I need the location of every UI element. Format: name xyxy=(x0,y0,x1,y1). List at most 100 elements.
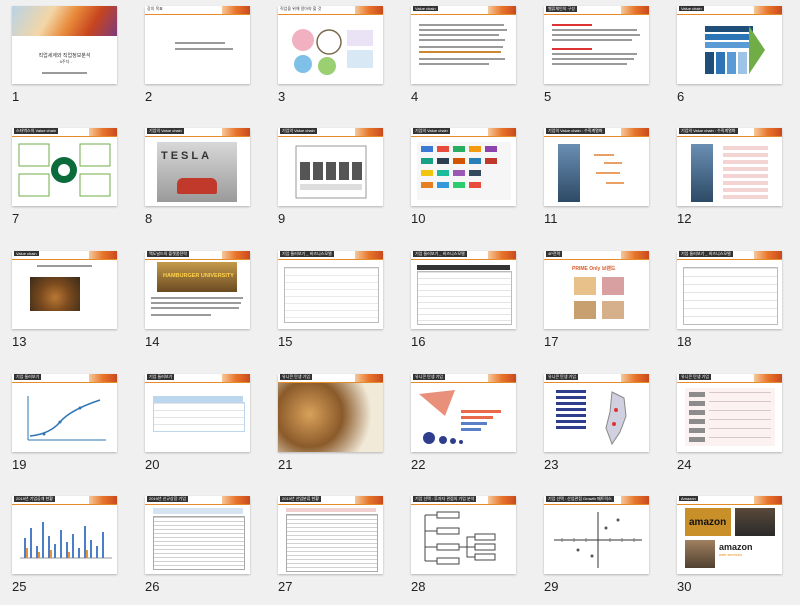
slide-preview: 직업세계와 직업정보분석 - 6주차 - xyxy=(12,6,117,84)
slide-title: 유니콘 탄생 기업 xyxy=(546,374,578,380)
slide-thumbnail-6[interactable]: Value chain 6 xyxy=(665,0,795,110)
financing-cycle-chart xyxy=(27,396,106,441)
slide-thumbnail-10[interactable]: 기업의 Value chain 10 xyxy=(399,122,529,232)
slide-thumbnail-30[interactable]: Amazon amazon amazon web services 30 xyxy=(665,490,795,600)
slide-number: 16 xyxy=(411,334,426,349)
slide-number: 18 xyxy=(677,334,692,349)
slide-preview: 유니콘 탄생 기업 xyxy=(677,374,782,452)
slide-title: 기업의 Value chain : 수직계열화 xyxy=(679,128,738,134)
slide-title: 유니콘 탄생 기업 xyxy=(280,374,312,380)
slide-thumbnail-4[interactable]: Value chain 4 xyxy=(399,0,529,110)
slide-thumbnail-28[interactable]: 기업 선택 : 투자자 관점의 기업 분석 28 xyxy=(399,490,529,600)
slide-number: 21 xyxy=(278,457,293,472)
map-graphic xyxy=(605,391,627,446)
info-table xyxy=(153,402,245,432)
slide-thumbnail-12[interactable]: 기업의 Value chain : 수직계열화 12 xyxy=(665,122,795,232)
unicorn-infographic xyxy=(278,383,383,452)
slide-number: 12 xyxy=(677,211,692,226)
slide-preview: 기업의 Value chain : 수직계열화 xyxy=(677,128,782,206)
slide-thumbnail-26[interactable]: 2019년 신규상장 기업 26 xyxy=(133,490,263,600)
slide-thumbnail-22[interactable]: 유니콘 탄생 기업 22 xyxy=(399,368,529,478)
slide-title: 강의 목표 xyxy=(147,6,163,11)
slide-title: 맥도날드의 플랫폼전략 xyxy=(147,251,189,257)
slide-title: 기업의 Value chain xyxy=(413,128,450,134)
decision-tree-diagram xyxy=(424,511,496,565)
diagram-graphic xyxy=(292,29,373,75)
slide-thumbnail-8[interactable]: 기업의 Value chain TESLA 8 xyxy=(133,122,263,232)
product-photo xyxy=(574,301,596,319)
slide-number: 10 xyxy=(411,211,426,226)
slide-preview: Value chain xyxy=(677,6,782,84)
slide-preview: 2019년 신규상장 기업 xyxy=(145,496,250,574)
slide-title: 벨류체인의 구성 xyxy=(546,6,577,12)
slide-thumbnail-25[interactable]: 2019년 기업공개 현황 25 xyxy=(0,490,130,600)
slide-thumbnail-17[interactable]: 4P전략 PRIME Only 브랜드 17 xyxy=(532,245,662,355)
slide-thumbnail-20[interactable]: 기업 둘러보기 20 xyxy=(133,368,263,478)
aws-subtitle: web services xyxy=(719,552,743,557)
slide-title: 2019년 기업공개 현황 xyxy=(14,496,55,502)
slide-number: 4 xyxy=(411,89,419,104)
ipo-bar-chart xyxy=(20,522,112,559)
slide-thumbnail-16[interactable]: 기업 둘러보기 _ 비즈니스모델 16 xyxy=(399,245,529,355)
slide-preview: 맥도날드의 플랫폼전략 HAMBURGER UNIVERSITY xyxy=(145,251,250,329)
slide-title: 기업 선택 : 투자자 관점의 기업 분석 xyxy=(413,496,477,502)
slide-number: 5 xyxy=(544,89,552,104)
cover-mosaic xyxy=(12,6,117,36)
business-model-table xyxy=(683,267,778,325)
slide-title: Value chain xyxy=(679,6,704,11)
unicorn-table xyxy=(685,388,775,446)
slide-thumbnail-18[interactable]: 기업 둘러보기 _ 비즈니스모델 18 xyxy=(665,245,795,355)
value-chain-diagram xyxy=(705,26,765,74)
building-photo xyxy=(558,144,580,202)
slide-number: 17 xyxy=(544,334,559,349)
burger-photo xyxy=(30,277,80,311)
hamburger-university-photo: HAMBURGER UNIVERSITY xyxy=(157,262,237,292)
slide-title: 기업 둘러보기 _ 비즈니스모델 xyxy=(280,251,334,257)
slide-thumbnail-27[interactable]: 2019년 산업분류 현황 27 xyxy=(266,490,396,600)
growth-matrix-diagram xyxy=(554,512,642,568)
slide-thumbnail-14[interactable]: 맥도날드의 플랫폼전략 HAMBURGER UNIVERSITY 14 xyxy=(133,245,263,355)
starbucks-diagram xyxy=(18,143,111,197)
slide-thumbnail-29[interactable]: 기업 선택 : 산업관점 Growth 매트릭스 29 xyxy=(532,490,662,600)
product-photo xyxy=(574,277,596,295)
slide-title: 기업 둘러보기 xyxy=(147,374,175,380)
cover-subtitle: - 6주차 - xyxy=(57,59,72,64)
slide-thumbnail-13[interactable]: Value chain 13 xyxy=(0,245,130,355)
slide-preview: 스타벅스의 Value chain xyxy=(12,128,117,206)
slide-preview: Amazon amazon amazon web services xyxy=(677,496,782,574)
slide-number: 30 xyxy=(677,579,692,594)
slide-number: 22 xyxy=(411,457,426,472)
amazon-logo: amazon xyxy=(689,517,727,528)
slide-number: 1 xyxy=(12,89,20,104)
slide-thumbnail-3[interactable]: 직업을 위해 알아야 할 것 3 xyxy=(266,0,396,110)
slide-title: Amazon xyxy=(679,496,698,501)
slide-number: 19 xyxy=(12,457,27,472)
slide-preview: 유니콘 탄생 기업 xyxy=(411,374,516,452)
warehouse-photo xyxy=(685,540,715,568)
slide-sorter-grid: 직업세계와 직업정보분석 - 6주차 - 1 강의 목표 2 직업을 위해 알아… xyxy=(0,0,800,605)
tesla-logo-text: TESLA xyxy=(161,150,213,162)
slide-thumbnail-23[interactable]: 유니콘 탄생 기업 23 xyxy=(532,368,662,478)
slide-preview: 기업의 Value chain xyxy=(278,128,383,206)
product-photo xyxy=(602,277,624,295)
store-photo xyxy=(735,508,775,536)
slide-thumbnail-2[interactable]: 강의 목표 2 xyxy=(133,0,263,110)
slide-thumbnail-19[interactable]: 기업 둘러보기 19 xyxy=(0,368,130,478)
slide-number: 8 xyxy=(145,211,153,226)
slide-preview: 기업 둘러보기 _ 비즈니스모델 xyxy=(278,251,383,329)
slide-thumbnail-21[interactable]: 유니콘 탄생 기업 21 xyxy=(266,368,396,478)
slide-thumbnail-15[interactable]: 기업 둘러보기 _ 비즈니스모델 15 xyxy=(266,245,396,355)
aws-logo: amazon web services xyxy=(719,542,777,568)
slide-thumbnail-7[interactable]: 스타벅스의 Value chain 7 xyxy=(0,122,130,232)
slide-thumbnail-5[interactable]: 벨류체인의 구성 5 xyxy=(532,0,662,110)
slide-number: 25 xyxy=(12,579,27,594)
slide-preview: 유니콘 탄생 기업 xyxy=(544,374,649,452)
slide-thumbnail-9[interactable]: 기업의 Value chain 9 xyxy=(266,122,396,232)
amazon-box-photo: amazon xyxy=(685,508,731,536)
slide-preview: 기업 둘러보기 xyxy=(145,374,250,452)
slide-thumbnail-24[interactable]: 유니콘 탄생 기업 24 xyxy=(665,368,795,478)
banner-text: HAMBURGER UNIVERSITY xyxy=(163,273,234,279)
slide-number: 26 xyxy=(145,579,160,594)
slide-thumbnail-11[interactable]: 기업의 Value chain : 수직계열화 11 xyxy=(532,122,662,232)
slide-thumbnail-1[interactable]: 직업세계와 직업정보분석 - 6주차 - 1 xyxy=(0,0,130,110)
